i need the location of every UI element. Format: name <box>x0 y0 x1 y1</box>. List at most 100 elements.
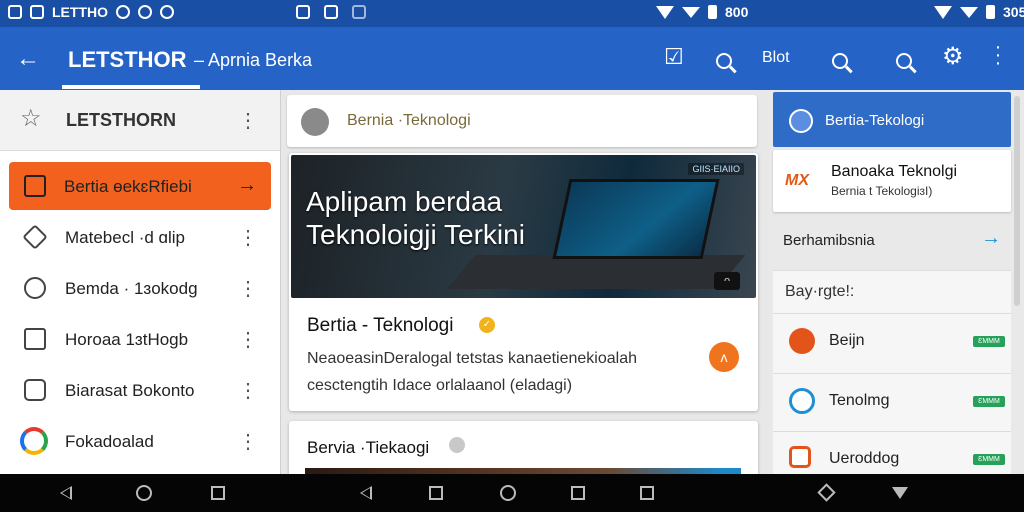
more-link[interactable]: Berhamibsnia <box>783 232 875 249</box>
feed-column: Bernia ·Teknologi Aplipam berdaa Teknolo… <box>281 90 769 481</box>
hero-title-line-2: Teknoloigji Terkini <box>306 219 525 250</box>
down-nav-icon[interactable] <box>892 487 908 499</box>
avatar <box>301 108 329 136</box>
related-row-label: Tenolmg <box>829 392 890 409</box>
inbox-icon <box>24 175 46 197</box>
cast-icon <box>352 5 366 19</box>
related-section: Bay·rgte!: Beijn ƐMMM Tenolmg ƐMMM Uerod… <box>773 270 1011 474</box>
star-icon[interactable]: ☆ <box>20 104 42 133</box>
hero-title: Aplipam berdaa Teknoloigji Terkini <box>306 185 525 251</box>
related-row-2[interactable]: Ueroddog ƐMMM <box>773 431 1011 475</box>
rotate-nav-icon[interactable] <box>817 483 836 502</box>
source-logo: MX <box>785 172 809 189</box>
related-row-1[interactable]: Tenolmg ƐMMM <box>773 373 1011 428</box>
article-hero-image: Aplipam berdaa Teknoloigji Terkini GIIS·… <box>291 155 756 298</box>
home-nav-icon-2[interactable] <box>500 485 516 501</box>
swirl-icon <box>789 388 815 414</box>
search-icon-2[interactable] <box>832 49 848 75</box>
battery-icon <box>708 5 717 19</box>
sync-icon <box>116 5 130 19</box>
arrow-right-icon: → <box>237 174 257 196</box>
source-subtitle: Bernia t TekologiɜI) <box>831 184 933 198</box>
app-title: LETSTHOR <box>68 47 187 72</box>
article-card-2[interactable]: Bervia ·Tiekaogi <box>289 421 758 481</box>
settings-small-icon <box>449 437 465 453</box>
blot-button[interactable]: Blot <box>762 49 790 67</box>
signal-icon <box>682 6 700 18</box>
item-menu-icon[interactable]: ⋮ <box>238 225 258 250</box>
related-row-0[interactable]: Beijn ƐMMM <box>773 313 1011 368</box>
drawer-item-label: Matebecl ·d ɑlip <box>65 228 186 247</box>
hero-corner-button[interactable]: ᴖ <box>714 272 740 290</box>
laptop-base <box>446 255 746 289</box>
drawer-item-2[interactable]: Bemda · 1ɜokodg ⋮ <box>0 264 280 314</box>
globe-icon <box>789 109 813 133</box>
source-title: Banoaka Teknolgi <box>831 163 958 180</box>
chat-icon <box>138 5 152 19</box>
diamond-icon <box>22 224 48 250</box>
status-badge: ƐMMM <box>973 396 1005 407</box>
item-menu-icon[interactable]: ⋮ <box>238 378 258 403</box>
home-nav-icon[interactable] <box>136 485 152 501</box>
scrollbar[interactable] <box>1014 96 1020 306</box>
related-row-label: Beijn <box>829 332 865 349</box>
related-row-label: Ueroddog <box>829 450 900 467</box>
navigation-drawer: ☆ LETSTHORN ⋮ Bertia ɵekɛRfiebi → Matebe… <box>0 90 281 474</box>
clock-icon <box>24 277 46 299</box>
orange-app-icon <box>789 328 815 354</box>
drawer-item-3[interactable]: Horoaa 1ɜtHogb ⋮ <box>0 315 280 365</box>
tab-indicator <box>62 85 200 89</box>
screenshot-nav-icon[interactable] <box>429 486 443 500</box>
status-badge: ƐMMM <box>973 454 1005 465</box>
drawer-item-0[interactable]: Bertia ɵekɛRfiebi → <box>9 162 271 210</box>
item-menu-icon[interactable]: ⋮ <box>238 327 258 352</box>
recents-nav-icon-2[interactable] <box>571 486 585 500</box>
laptop-screen <box>552 179 720 259</box>
verified-badge-icon: ✓ <box>479 317 495 333</box>
drawer-account-name: LETSTHORN <box>66 110 176 130</box>
image-icon <box>324 5 338 19</box>
drawer-item-1[interactable]: Matebecl ·d ɑlip ⋮ <box>0 213 280 263</box>
app-icon <box>30 5 44 19</box>
right-panel: Bertia-Tekologi MX Banoaka Teknolgi Bern… <box>769 90 1024 474</box>
arrow-right-icon[interactable]: → <box>981 227 1001 250</box>
recents-nav-icon[interactable] <box>211 486 225 500</box>
back-nav-icon-2[interactable] <box>360 486 372 500</box>
drawer-item-label: Fokadoalad <box>65 432 154 451</box>
article-2-title: Bervia ·Tiekaogi <box>307 438 430 457</box>
article-body: NeaoeasinDeralogal tetstas kanaetienekio… <box>307 350 637 394</box>
overflow-menu-icon[interactable]: · · · <box>994 37 1002 73</box>
hero-title-line-1: Aplipam berdaa <box>306 186 503 217</box>
item-menu-icon[interactable]: ⋮ <box>238 276 258 301</box>
notification-icon <box>8 5 22 19</box>
drawer-item-5[interactable]: Fokadoalad ⋮ <box>0 417 280 467</box>
drawer-menu-icon[interactable]: ⋮ <box>238 108 258 133</box>
status-left-text: LETTHO <box>52 4 108 20</box>
source-card[interactable]: MX Banoaka Teknolgi Bernia t TekologiɜI) <box>773 150 1011 212</box>
status-time-2: 305 <box>1003 4 1024 20</box>
feed-header-title: Bernia ·Teknologi <box>347 112 471 129</box>
hero-badge: GIIS·ЕIAIIO <box>688 163 744 175</box>
edit-icon[interactable]: ☑ <box>664 44 684 70</box>
article-title[interactable]: Bertia - Teknologi <box>307 315 453 337</box>
drawer-item-label: Biarasat Bokonto <box>65 381 195 400</box>
settings-gear-icon[interactable]: ⚙ <box>942 42 964 71</box>
item-menu-icon[interactable]: ⋮ <box>238 429 258 454</box>
back-arrow-icon[interactable]: ← <box>16 45 40 73</box>
vibrate-icon <box>296 5 310 19</box>
search-icon[interactable] <box>716 49 732 75</box>
feed-header[interactable]: Bernia ·Teknologi <box>287 95 757 147</box>
notification-icon <box>24 328 46 350</box>
alarm-icon <box>160 5 174 19</box>
status-bar: LETTHO 800 305 <box>0 0 1024 27</box>
recents-nav-icon-3[interactable] <box>640 486 654 500</box>
share-icon <box>24 379 46 401</box>
article-action-button[interactable]: ᴧ <box>709 342 739 372</box>
article-card[interactable]: Aplipam berdaa Teknoloigji Terkini GIIS·… <box>289 153 758 411</box>
search-icon-3[interactable] <box>896 49 912 75</box>
drawer-item-4[interactable]: Biarasat Bokonto ⋮ <box>0 366 280 416</box>
right-panel-header[interactable]: Bertia-Tekologi <box>773 92 1011 147</box>
back-nav-icon[interactable] <box>60 486 72 500</box>
app-bar: ← LETSTHOR – Aprnia Berka ☑ Blot ⚙ · · · <box>0 27 1024 90</box>
battery-icon-2 <box>986 5 995 19</box>
